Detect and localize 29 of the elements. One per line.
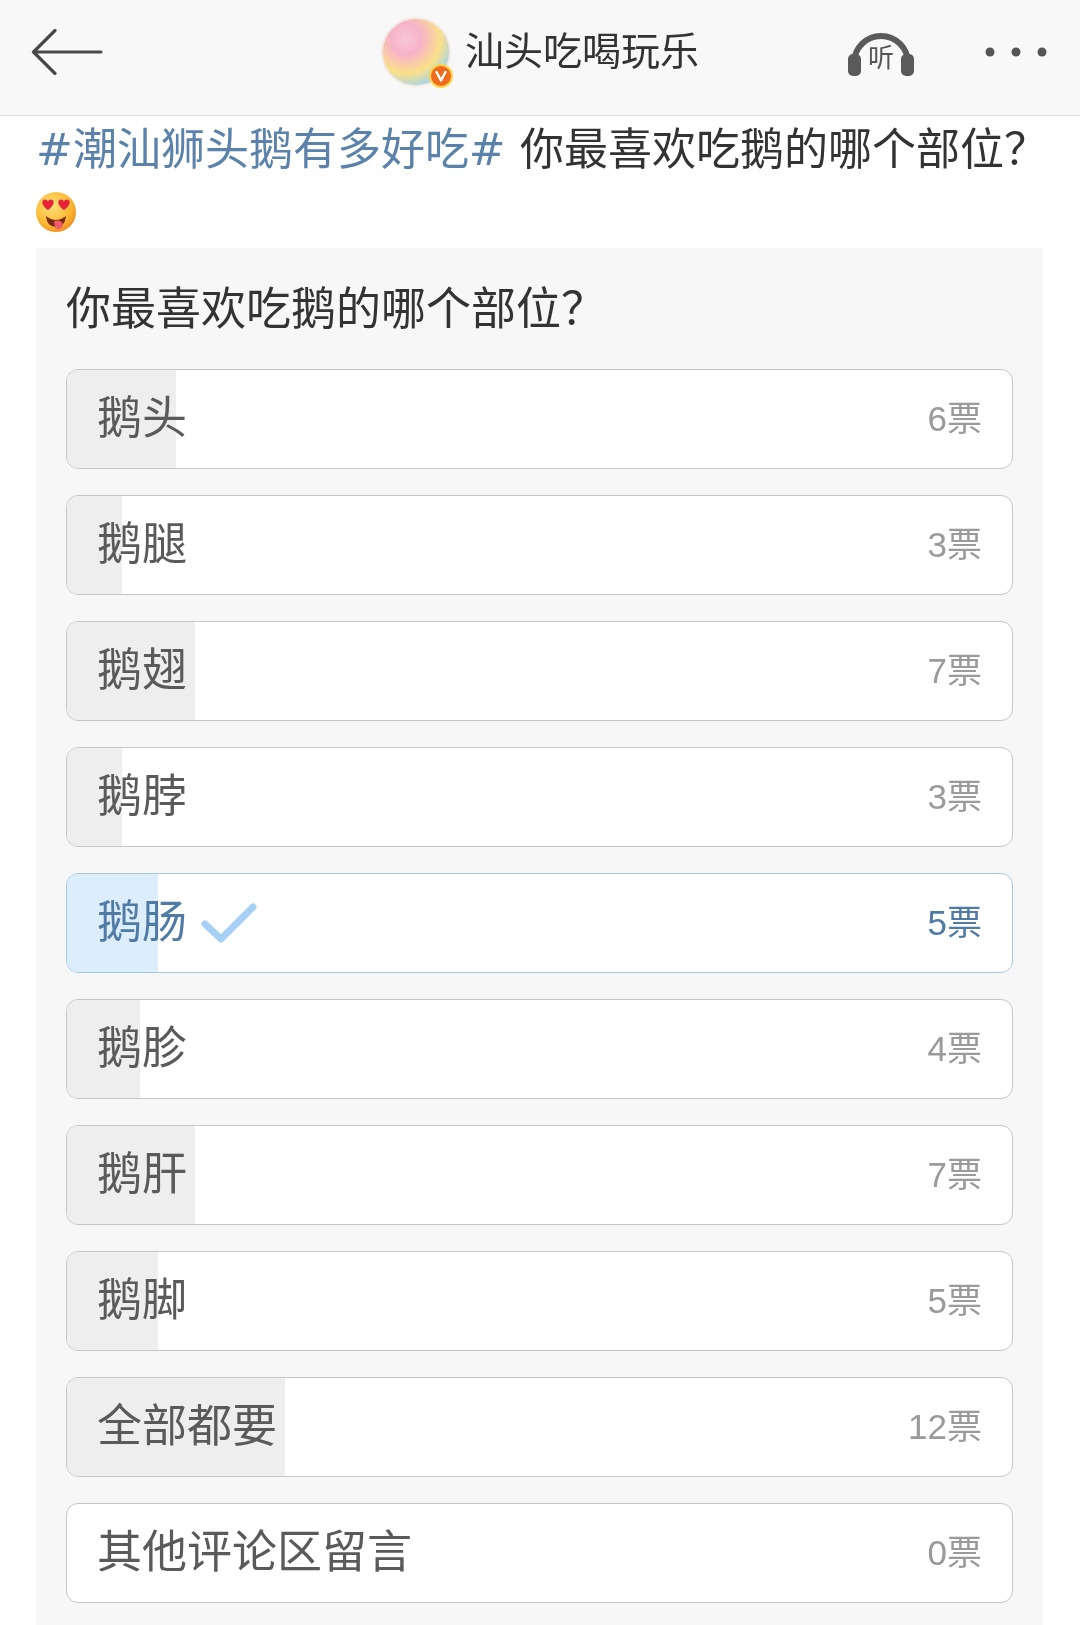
poll-option[interactable]: 鹅翅 7票 <box>66 621 1013 721</box>
poll-option[interactable]: 鹅头 6票 <box>66 369 1013 469</box>
heart-eyes-emoji-icon <box>35 191 77 233</box>
poll-option[interactable]: 鹅肠 5票 <box>66 873 1013 973</box>
poll-question: 你最喜欢吃鹅的哪个部位？ <box>66 282 607 338</box>
poll-option[interactable]: 其他评论区留言 0票 <box>66 1503 1013 1603</box>
poll-option[interactable]: 鹅脖 3票 <box>66 747 1013 847</box>
vote-count: 12票 <box>908 1406 982 1448</box>
vote-count: 0票 <box>927 1532 982 1574</box>
account-name[interactable]: 汕头吃喝玩乐 <box>465 28 699 75</box>
vote-count: 7票 <box>927 1154 982 1196</box>
vote-count: 7票 <box>927 650 982 692</box>
poll-option[interactable]: 鹅脚 5票 <box>66 1251 1013 1351</box>
poll-option[interactable]: 鹅胗 4票 <box>66 999 1013 1099</box>
poll-option[interactable]: 鹅肝 7票 <box>66 1125 1013 1225</box>
vote-count: 3票 <box>927 524 982 566</box>
vote-count: 4票 <box>927 1028 982 1070</box>
hashtag-link[interactable]: #潮汕狮头鹅有多好吃# <box>36 124 506 175</box>
listen-button[interactable]: 听 <box>845 27 917 76</box>
vote-count: 6票 <box>927 398 982 440</box>
vote-count: 3票 <box>927 776 982 818</box>
poll-option[interactable]: 鹅腿 3票 <box>66 495 1013 595</box>
vote-count: 5票 <box>927 1280 982 1322</box>
check-icon <box>201 902 257 944</box>
poll-option[interactable]: 全部都要 12票 <box>66 1377 1013 1477</box>
back-icon[interactable] <box>31 28 103 75</box>
vote-count: 5票 <box>927 902 982 944</box>
more-icon[interactable] <box>985 46 1047 57</box>
post-text: #潮汕狮头鹅有多好吃# 你最喜欢吃鹅的哪个部位？ <box>36 123 1049 177</box>
